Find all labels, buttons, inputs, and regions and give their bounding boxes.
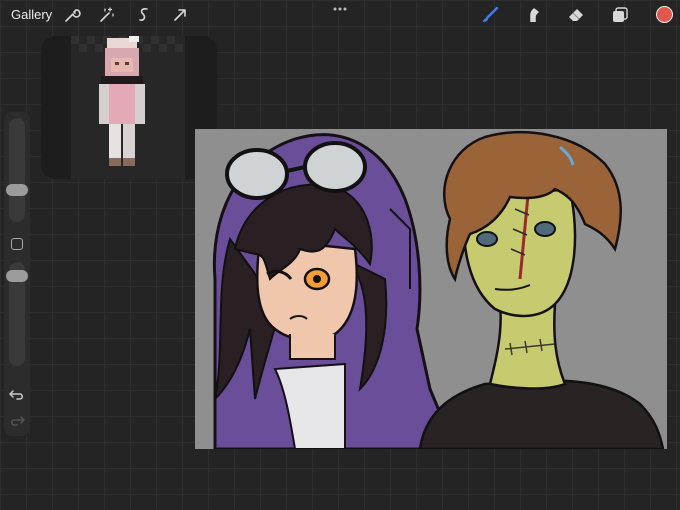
drawing-canvas[interactable] — [195, 129, 667, 449]
gallery-button[interactable]: Gallery — [11, 7, 52, 22]
modify-button[interactable] — [11, 238, 23, 250]
smudge-icon[interactable] — [523, 5, 543, 25]
brush-size-thumb[interactable] — [6, 184, 28, 196]
reference-window[interactable] — [41, 36, 217, 179]
magic-wand-icon[interactable] — [96, 5, 116, 25]
selection-icon[interactable] — [134, 5, 154, 25]
top-toolbar: Gallery — [0, 0, 680, 30]
color-swatch[interactable] — [656, 6, 673, 23]
layers-icon[interactable] — [610, 5, 630, 25]
more-options-icon[interactable] — [331, 1, 349, 11]
eraser-icon[interactable] — [566, 5, 586, 25]
arrow-cursor-icon[interactable] — [170, 5, 190, 25]
reference-image — [71, 36, 185, 179]
undo-icon[interactable] — [8, 388, 26, 402]
wrench-icon[interactable] — [62, 5, 82, 25]
sidebar — [4, 112, 30, 436]
redo-icon[interactable] — [8, 414, 26, 428]
opacity-slider[interactable] — [6, 262, 28, 366]
artwork — [212, 131, 665, 449]
brush-size-slider[interactable] — [6, 118, 28, 222]
opacity-thumb[interactable] — [6, 270, 28, 282]
brush-icon[interactable] — [480, 5, 500, 25]
